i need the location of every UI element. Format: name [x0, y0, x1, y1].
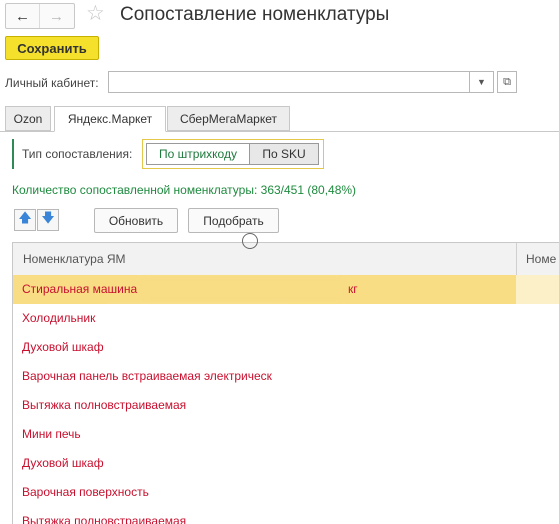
tab-sbermegamarket[interactable]: СберМегаМаркет: [167, 106, 290, 131]
star-icon[interactable]: ☆: [86, 2, 105, 26]
arrow-left-icon: ←: [15, 7, 30, 25]
row-text: Холодильник: [22, 311, 96, 325]
arrow-right-icon: →: [49, 7, 64, 25]
move-up-button[interactable]: 🡅: [14, 209, 36, 231]
row-text: Духовой шкаф: [22, 456, 104, 470]
refresh-button[interactable]: Обновить: [94, 208, 178, 233]
open-link-icon: ⧉: [503, 75, 511, 88]
arrow-down-icon: 🡇: [41, 210, 55, 225]
account-dropdown-button[interactable]: ▼: [470, 71, 494, 93]
table-row[interactable]: Духовой шкаф: [13, 333, 559, 362]
table-row[interactable]: Духовой шкаф: [13, 449, 559, 478]
table-row[interactable]: Мини печь: [13, 420, 559, 449]
save-button[interactable]: Сохранить: [5, 36, 99, 60]
row-text: Стиральная машина: [22, 282, 138, 296]
navigation-buttons: ← →: [5, 3, 75, 29]
table-row[interactable]: Варочная панель встраиваемая электрическ: [13, 362, 559, 391]
forward-button[interactable]: →: [40, 4, 73, 28]
match-type-switch: По штрихкоду По SKU: [142, 139, 324, 169]
row-text: Вытяжка полновстраиваемая: [22, 398, 187, 412]
redacted-area: [88, 426, 308, 442]
match-by-sku-option[interactable]: По SKU: [249, 143, 319, 165]
table-row[interactable]: Варочная поверхность: [13, 478, 559, 507]
row-text: Духовой шкаф: [22, 340, 104, 354]
table-row[interactable]: Вытяжка полновстраиваемая: [13, 507, 559, 524]
table-row[interactable]: Холодильник: [13, 304, 559, 333]
account-open-button[interactable]: ⧉: [497, 71, 517, 93]
back-button[interactable]: ←: [6, 4, 40, 28]
redacted-area: [158, 484, 333, 500]
tab-ozon[interactable]: Ozon: [5, 106, 51, 131]
table-row[interactable]: Вытяжка полновстраиваемая: [13, 391, 559, 420]
dropdown-arrow-icon: ▼: [477, 77, 486, 87]
matched-count: Количество сопоставленной номенклатуры: …: [12, 183, 357, 197]
row-text: Мини печь: [22, 427, 81, 441]
redacted-area: [198, 397, 348, 413]
page-title: Сопоставление номенклатуры: [120, 4, 390, 25]
redacted-area: [143, 281, 343, 297]
redacted-area: [108, 310, 288, 326]
match-type-label: Тип сопоставления:: [22, 147, 133, 161]
move-down-button[interactable]: 🡇: [37, 209, 59, 231]
nomenclature-table: Номенклатура ЯМ Номе Стиральная машина к…: [12, 242, 559, 524]
row-text: Варочная поверхность: [22, 485, 149, 499]
redacted-area: [198, 513, 363, 524]
match-by-barcode-option[interactable]: По штрихкоду: [146, 143, 250, 165]
row-text: Варочная панель встраиваемая электрическ: [22, 369, 272, 383]
match-type-indicator: [12, 139, 14, 169]
arrow-up-icon: 🡅: [18, 210, 32, 225]
column-header-nomenclature[interactable]: Номе: [526, 252, 556, 266]
row-text-tail: кг: [348, 282, 358, 296]
select-button[interactable]: Подобрать: [188, 208, 279, 233]
account-field[interactable]: [108, 71, 470, 93]
table-row[interactable]: Стиральная машина кг: [13, 275, 559, 304]
account-label: Личный кабинет:: [5, 76, 99, 90]
loading-indicator: [242, 233, 258, 249]
table-header: Номенклатура ЯМ Номе: [13, 243, 559, 276]
column-divider: [516, 243, 517, 275]
tab-yandex-market[interactable]: Яндекс.Маркет: [54, 106, 166, 132]
redacted-area: [308, 368, 358, 384]
redacted-area: [113, 339, 288, 355]
column-header-nomenclature-ym[interactable]: Номенклатура ЯМ: [23, 252, 126, 266]
redacted-area: [113, 455, 273, 471]
